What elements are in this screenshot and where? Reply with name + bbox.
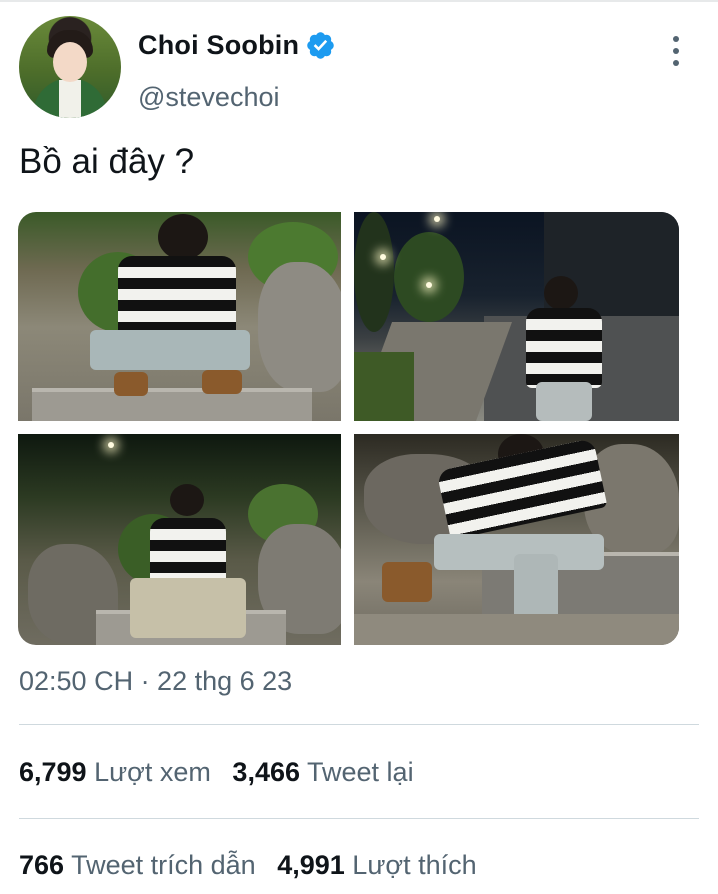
likes-label: Lượt thích [352, 850, 477, 880]
retweets-label: Tweet lại [307, 757, 414, 787]
divider [19, 724, 699, 725]
author-name-row[interactable]: Choi Soobin [138, 30, 336, 61]
retweets-count: 3,466 [232, 757, 300, 787]
tweet-photo-3[interactable] [18, 434, 341, 645]
likes-count: 4,991 [277, 850, 345, 880]
author-display-name[interactable]: Choi Soobin [138, 30, 299, 61]
views-stat[interactable]: 6,799 Lượt xem [19, 757, 211, 788]
author-handle[interactable]: @stevechoi [138, 82, 279, 113]
tweet-photo-1[interactable] [18, 212, 341, 421]
retweets-stat[interactable]: 3,466 Tweet lại [232, 757, 413, 788]
tweet-media-grid [18, 212, 679, 645]
verified-badge-icon [307, 32, 334, 59]
tweet-photo-2[interactable] [354, 212, 679, 421]
tweet-timestamp[interactable]: 02:50 CH · 22 thg 6 23 [19, 666, 292, 697]
quote-tweets-count: 766 [19, 850, 65, 880]
views-label: Lượt xem [94, 757, 211, 787]
stats-row-2: 766 Tweet trích dẫn 4,991 Lượt thích [19, 850, 477, 881]
top-border [0, 0, 718, 2]
likes-stat[interactable]: 4,991 Lượt thích [277, 850, 476, 881]
tweet-text: Bồ ai đây ? [19, 142, 195, 181]
views-count: 6,799 [19, 757, 87, 787]
more-options-icon[interactable] [662, 36, 690, 66]
stats-row-1: 6,799 Lượt xem 3,466 Tweet lại [19, 757, 414, 788]
quote-tweets-label: Tweet trích dẫn [71, 850, 256, 880]
tweet-photo-4[interactable] [354, 434, 679, 645]
avatar[interactable] [19, 16, 121, 118]
quote-tweets-stat[interactable]: 766 Tweet trích dẫn [19, 850, 256, 881]
divider [19, 818, 699, 819]
